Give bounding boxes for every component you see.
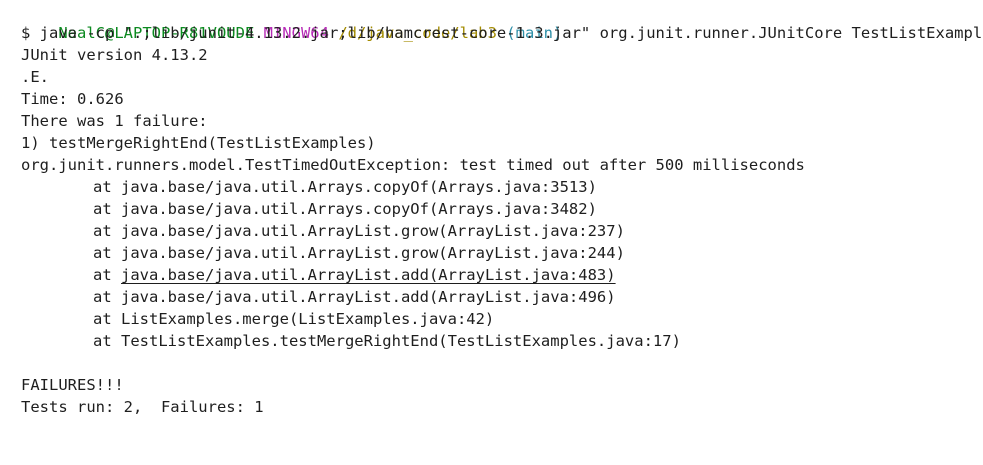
stack-frame: at java.base/java.util.Arrays.copyOf(Arr… — [93, 178, 597, 196]
exception-message: org.junit.runners.model.TestTimedOutExce… — [21, 156, 805, 174]
stack-frame: at TestListExamples.testMergeRightEnd(Te… — [93, 332, 681, 350]
failures-banner: FAILURES!!! — [21, 376, 124, 394]
test-time: Time: 0.626 — [21, 90, 124, 108]
stack-frame-link[interactable]: java.base/java.util.ArrayList.add(ArrayL… — [121, 266, 616, 284]
stack-frame: at ListExamples.merge(ListExamples.java:… — [93, 310, 495, 328]
stack-frame: at java.base/java.util.Arrays.copyOf(Arr… — [93, 200, 597, 218]
prompt-line: NealC@LAPTOP-R81VOUDE MINGW64 /d/java_co… — [21, 0, 562, 42]
stack-frame: at java.base/java.util.ArrayList.grow(Ar… — [93, 222, 625, 240]
failure-title: 1) testMergeRightEnd(TestListExamples) — [21, 134, 376, 152]
stack-frame: at java.base/java.util.ArrayList.add(Arr… — [93, 288, 616, 306]
tests-result: Tests run: 2, Failures: 1 — [21, 398, 264, 416]
command-line: $ java -cp ".;lib/junit-4.13.2.jar;lib/h… — [21, 24, 983, 42]
failure-summary: There was 1 failure: — [21, 112, 208, 130]
terminal-window[interactable]: NealC@LAPTOP-R81VOUDE MINGW64 /d/java_co… — [0, 0, 983, 465]
stack-frame: at java.base/java.util.ArrayList.grow(Ar… — [93, 244, 625, 262]
junit-version: JUnit version 4.13.2 — [21, 46, 208, 64]
stack-frame-hovered[interactable]: at java.base/java.util.ArrayList.add(Arr… — [21, 264, 616, 286]
test-progress: .E. — [21, 68, 49, 86]
